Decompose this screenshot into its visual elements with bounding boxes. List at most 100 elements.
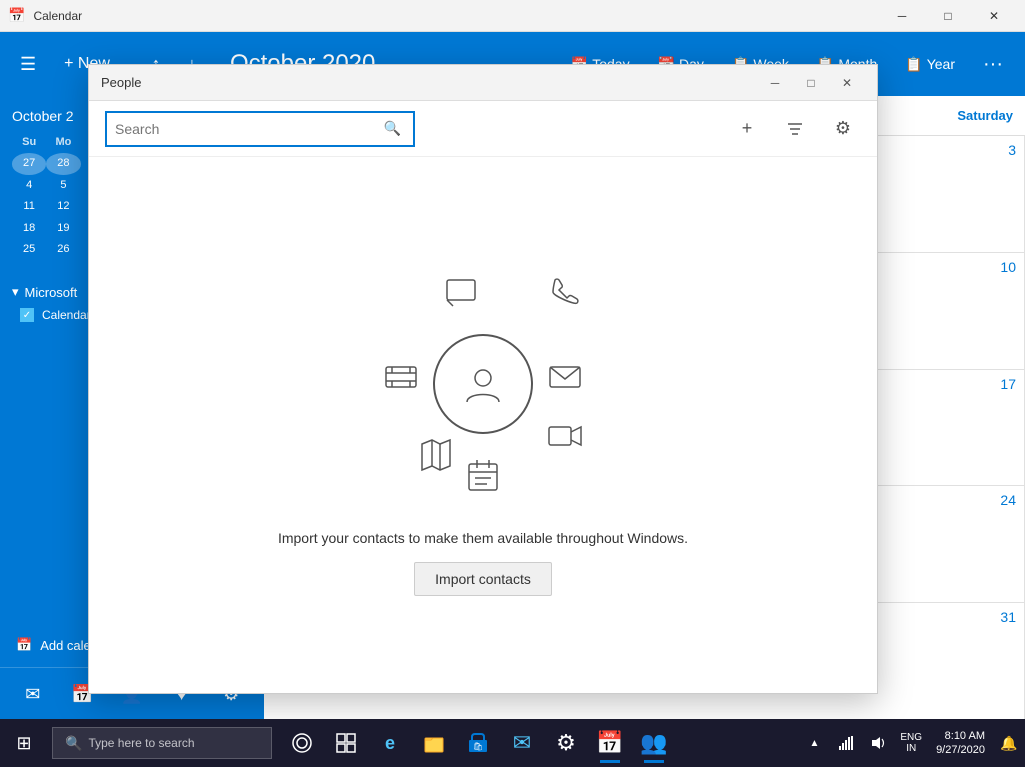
account-expand-icon: ▾ [12,284,19,300]
clock[interactable]: 8:10 AM 9/27/2020 [928,719,993,767]
filter-button[interactable] [777,111,813,147]
mini-day-19[interactable]: 19 [46,218,80,239]
edge-icon: e [385,733,395,754]
search-icon: 🔍 [384,120,401,136]
app-title: Calendar [33,9,82,23]
add-icon: + [742,118,753,139]
taskbar-search-placeholder: Type here to search [88,736,194,750]
video-orbit-icon [547,418,583,454]
edge-app[interactable]: e [368,721,412,765]
mail-nav-icon[interactable]: ✉ [15,676,51,712]
mail-orbit-icon [547,359,583,395]
mini-day-28[interactable]: 28 [46,153,80,174]
chat-orbit-icon [443,274,479,310]
mini-day-5[interactable]: 5 [46,175,80,196]
explorer-app[interactable] [412,721,456,765]
phone-orbit-icon [547,274,583,310]
title-bar: 📅 Calendar ─ □ ✕ [0,0,1025,32]
mini-day-25[interactable]: 25 [12,239,46,260]
mini-day-12[interactable]: 12 [46,196,80,217]
title-bar-controls: ─ □ ✕ [879,0,1017,32]
search-icon-button[interactable]: 🔍 [380,116,405,141]
minimize-button[interactable]: ─ [879,0,925,32]
mail-app[interactable]: ✉ [500,721,544,765]
calendar-icon-title: 📅 [8,7,25,24]
day-mo: Mo [46,132,80,153]
language-indicator[interactable]: ENG IN [894,719,928,767]
search-box[interactable]: 🔍 [105,111,415,147]
clock-time: 8:10 AM [945,730,985,742]
dialog-maximize-button[interactable]: □ [793,68,829,98]
network-svg-icon [838,735,854,751]
day-su: Su [12,132,46,153]
hamburger-button[interactable]: ☰ [12,46,44,83]
maximize-button[interactable]: □ [925,0,971,32]
clock-date: 9/27/2020 [936,744,985,756]
dialog-toolbar: 🔍 + ⚙ [89,101,877,157]
cortana-icon [291,732,313,754]
more-button[interactable]: ··· [973,47,1013,82]
svg-text:🛍: 🛍 [473,742,483,751]
taskbar-search-icon: 🔍 [65,735,82,752]
dialog-settings-icon: ⚙ [835,118,851,139]
task-view-app[interactable] [324,721,368,765]
taskbar-apps: e 🛍 ✉ ⚙ 📅 👥 [280,721,676,765]
year-label: Year [927,56,955,72]
title-bar-left: 📅 Calendar [8,7,82,24]
calendar-checkbox[interactable]: ✓ [20,308,34,322]
dialog-minimize-button[interactable]: ─ [757,68,793,98]
windows-icon: ⊞ [16,733,31,754]
tray-arrow[interactable]: ▲ [798,719,830,767]
tray-arrow-icon: ▲ [809,738,819,749]
people-dialog: People ─ □ ✕ 🔍 + ⚙ [88,64,878,694]
mini-day-27[interactable]: 27 [12,153,46,174]
lang-top: ENG [900,732,922,743]
calendar-taskbar-icon: 📅 [596,730,623,756]
import-contacts-button[interactable]: Import contacts [414,562,552,596]
store-icon: 🛍 [467,732,489,754]
taskbar: ⊞ 🔍 Type here to search e [0,719,1025,767]
film-orbit-icon [383,359,419,395]
dialog-content: Import your contacts to make them availa… [89,157,877,693]
year-view-button[interactable]: 📋 Year [895,50,965,79]
account-name: Microsoft [25,285,78,300]
dialog-controls: ─ □ ✕ [757,68,865,98]
mini-day-18[interactable]: 18 [12,218,46,239]
people-taskbar-icon: 👥 [640,730,667,756]
mini-day-4[interactable]: 4 [12,175,46,196]
search-input[interactable] [115,121,380,137]
import-description: Import your contacts to make them availa… [278,530,688,546]
filter-icon [786,120,804,138]
store-app[interactable]: 🛍 [456,721,500,765]
notification-center[interactable]: 🔔 [993,719,1025,767]
taskbar-search[interactable]: 🔍 Type here to search [52,727,272,759]
lang-bottom: IN [906,743,916,754]
settings-app[interactable]: ⚙ [544,721,588,765]
network-icon[interactable] [830,719,862,767]
mini-day-11[interactable]: 11 [12,196,46,217]
notification-icon: 🔔 [1000,735,1017,752]
calendar-taskbar-app[interactable]: 📅 [588,721,632,765]
dialog-title: People [101,75,141,90]
person-circle [433,334,533,434]
contact-illustration [353,254,613,514]
dialog-close-button[interactable]: ✕ [829,68,865,98]
cortana-app[interactable] [280,721,324,765]
start-button[interactable]: ⊞ [0,719,48,767]
explorer-icon [423,732,445,754]
year-icon: 📋 [905,56,922,73]
close-button[interactable]: ✕ [971,0,1017,32]
add-calendar-icon: 📅 [16,637,32,653]
volume-icon[interactable] [862,719,894,767]
taskbar-system: ▲ ENG IN 8:10 AM 9/27/2020 🔔 [798,719,1025,767]
mini-day-26[interactable]: 26 [46,239,80,260]
settings-app-icon: ⚙ [556,730,576,756]
task-view-icon [335,732,357,754]
dialog-settings-button[interactable]: ⚙ [825,111,861,147]
add-contact-button[interactable]: + [729,111,765,147]
people-taskbar-app[interactable]: 👥 [632,721,676,765]
calendar-orbit-icon [465,458,501,494]
volume-svg-icon [870,735,886,751]
calendar-label: Calendar [42,308,91,322]
mail-app-icon: ✉ [513,730,531,756]
